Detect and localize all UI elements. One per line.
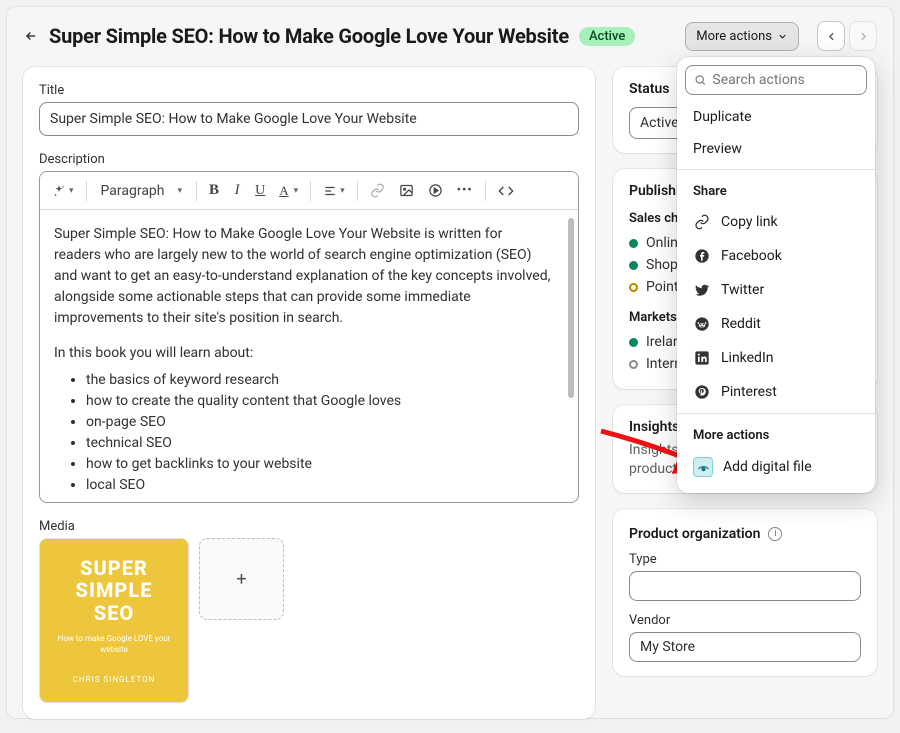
type-label: Type bbox=[629, 552, 861, 567]
description-bullet: how to get backlinks to your website bbox=[86, 454, 552, 475]
reddit-icon bbox=[693, 315, 711, 333]
rte-italic-button[interactable]: I bbox=[227, 178, 247, 203]
rte-link-button[interactable] bbox=[364, 179, 391, 202]
organization-card: Product organization i Type Vendor bbox=[613, 509, 877, 676]
rte-bold-button[interactable]: B bbox=[203, 178, 225, 203]
linkedin-icon bbox=[693, 349, 711, 367]
title-input[interactable] bbox=[39, 102, 579, 136]
action-add-digital-file[interactable]: Add digital file bbox=[685, 449, 867, 485]
organization-heading: Product organization bbox=[629, 526, 760, 542]
more-actions-button[interactable]: More actions bbox=[685, 22, 799, 51]
next-page-button[interactable] bbox=[849, 21, 877, 51]
share-heading: Share bbox=[685, 174, 867, 205]
more-actions-label: More actions bbox=[696, 29, 772, 44]
description-bullet: how to create the quality content that G… bbox=[86, 391, 552, 412]
description-bullet: local SEO bbox=[86, 475, 552, 496]
vendor-label: Vendor bbox=[629, 613, 861, 628]
back-button[interactable] bbox=[23, 28, 39, 44]
share-linkedin[interactable]: LinkedIn bbox=[685, 341, 867, 375]
prev-page-button[interactable] bbox=[817, 21, 845, 51]
chevron-right-icon bbox=[857, 30, 870, 43]
status-dot-icon bbox=[629, 261, 638, 270]
rte-paragraph-dropdown[interactable]: Paragraph ▾ bbox=[93, 179, 191, 203]
description-para1: Super Simple SEO: How to Make Google Lov… bbox=[54, 224, 552, 329]
more-actions-heading: More actions bbox=[685, 418, 867, 449]
vendor-input[interactable] bbox=[629, 632, 861, 662]
action-duplicate[interactable]: Duplicate bbox=[685, 101, 867, 133]
rte-code-button[interactable] bbox=[492, 179, 520, 203]
media-thumbnail[interactable]: SUPER SIMPLE SEO How to make Google LOVE… bbox=[39, 538, 189, 703]
description-bullet: the basics of keyword research bbox=[86, 370, 552, 391]
rte-more-button[interactable]: ••• bbox=[451, 179, 479, 202]
link-icon bbox=[693, 213, 711, 231]
rte-align-button[interactable]: ▾ bbox=[317, 180, 351, 202]
facebook-icon bbox=[693, 247, 711, 265]
search-actions-field[interactable] bbox=[685, 65, 867, 95]
digital-file-icon bbox=[693, 457, 713, 477]
action-preview[interactable]: Preview bbox=[685, 133, 867, 165]
status-dot-icon bbox=[629, 239, 638, 248]
twitter-icon bbox=[693, 281, 711, 299]
search-icon bbox=[694, 73, 706, 87]
share-twitter[interactable]: Twitter bbox=[685, 273, 867, 307]
pinterest-icon bbox=[693, 383, 711, 401]
type-input[interactable] bbox=[629, 571, 861, 601]
description-para2: In this book you will learn about: bbox=[54, 343, 552, 364]
plus-icon: + bbox=[236, 569, 246, 590]
description-editor[interactable]: Super Simple SEO: How to Make Google Lov… bbox=[40, 210, 578, 502]
share-reddit[interactable]: Reddit bbox=[685, 307, 867, 341]
description-bullet: technical SEO bbox=[86, 433, 552, 454]
chevron-down-icon bbox=[777, 31, 788, 42]
share-copy-link[interactable]: Copy link bbox=[685, 205, 867, 239]
rte-underline-button[interactable]: U bbox=[249, 179, 271, 203]
status-dot-icon bbox=[629, 283, 638, 292]
page-title: Super Simple SEO: How to Make Google Lov… bbox=[49, 24, 569, 48]
share-facebook[interactable]: Facebook bbox=[685, 239, 867, 273]
rte-color-button[interactable]: A▾ bbox=[273, 179, 304, 203]
share-pinterest[interactable]: Pinterest bbox=[685, 375, 867, 409]
title-label: Title bbox=[39, 83, 579, 98]
media-label: Media bbox=[39, 519, 579, 534]
search-actions-input[interactable] bbox=[712, 72, 858, 88]
rte-toolbar: ▾ Paragraph ▾ B I U A▾ bbox=[40, 172, 578, 210]
status-badge: Active bbox=[579, 27, 635, 46]
more-actions-popover: Duplicate Preview Share Copy link Facebo… bbox=[677, 57, 875, 493]
description-label: Description bbox=[39, 152, 579, 167]
info-icon[interactable]: i bbox=[768, 527, 782, 541]
add-media-button[interactable]: + bbox=[199, 538, 284, 620]
rte-image-button[interactable] bbox=[393, 179, 420, 202]
status-dot-icon bbox=[629, 360, 638, 369]
scrollbar[interactable] bbox=[568, 218, 574, 398]
status-dot-icon bbox=[629, 338, 638, 347]
chevron-left-icon bbox=[825, 30, 838, 43]
rte-ai-button[interactable]: ▾ bbox=[46, 180, 80, 202]
rte-video-button[interactable] bbox=[422, 179, 449, 202]
description-bullet: on-page SEO bbox=[86, 412, 552, 433]
